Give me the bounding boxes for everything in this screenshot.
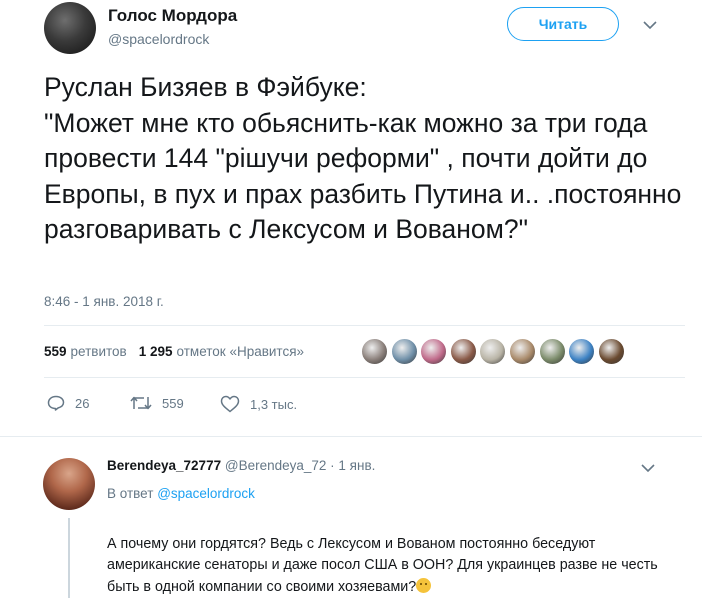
retweet-icon [130,396,152,410]
tweet-text: Руслан Бизяев в Фэйбуке: "Может мне кто … [44,72,682,244]
replies-count: 26 [75,395,90,411]
thread-line [68,518,70,598]
liker-avatar[interactable] [449,338,477,365]
liker-avatar[interactable] [597,338,625,365]
tweet-timestamp[interactable]: 8:46 - 1 янв. 2018 г. [44,294,164,309]
retweets-action-count: 559 [162,395,184,411]
thinking-face-emoji [416,577,432,593]
reply-icon [47,395,65,411]
divider [44,377,685,378]
reply-author-avatar[interactable] [43,458,95,510]
in-reply-prefix: В ответ [107,486,154,501]
reply-author-name[interactable]: Berendeya_72777 [107,458,221,473]
in-reply-handle-link[interactable]: @spacelordrock [157,486,255,501]
like-button[interactable]: 1,3 тыс. [220,395,297,413]
reply-button[interactable]: 26 [47,395,89,411]
liker-avatar[interactable] [538,338,566,365]
reply-separator: · [330,458,335,473]
like-icon [220,395,240,413]
author-avatar[interactable] [44,2,96,54]
likes-action-count: 1,3 тыс. [250,396,298,412]
reply-text: А почему они гордятся? Ведь с Лексусом и… [107,535,658,595]
retweets-label[interactable]: ретвитов [71,344,127,359]
likers-avatars [361,338,627,365]
in-reply-to: В ответ @spacelordrock [107,486,255,501]
liker-avatar[interactable] [420,338,448,365]
liker-avatar[interactable] [508,338,536,365]
likes-label[interactable]: отметок «Нравится» [177,344,305,359]
retweets-count[interactable]: 559 [44,344,67,359]
divider [44,325,685,326]
reply-header: Berendeya_72777 @Berendeya_72 · 1 янв. [107,458,375,473]
chevron-down-icon[interactable] [638,458,658,478]
divider [0,436,702,437]
chevron-down-icon[interactable] [640,15,660,35]
liker-avatar[interactable] [568,338,596,365]
liker-avatar[interactable] [479,338,507,365]
follow-button[interactable]: Читать [507,7,619,41]
reply-date[interactable]: 1 янв. [338,458,375,473]
reply-text-block: А почему они гордятся? Ведь с Лексусом и… [107,512,667,598]
author-name[interactable]: Голос Мордора [108,6,237,26]
reply-author-handle[interactable]: @Berendeya_72 [225,458,327,473]
author-handle[interactable]: @spacelordrock [108,31,209,47]
likes-count[interactable]: 1 295 [139,344,173,359]
liker-avatar[interactable] [361,338,388,365]
retweet-button[interactable]: 559 [130,395,184,411]
liker-avatar[interactable] [390,338,418,365]
tweet-stats: 559 ретвитов 1 295 отметок «Нравится» [44,344,304,359]
